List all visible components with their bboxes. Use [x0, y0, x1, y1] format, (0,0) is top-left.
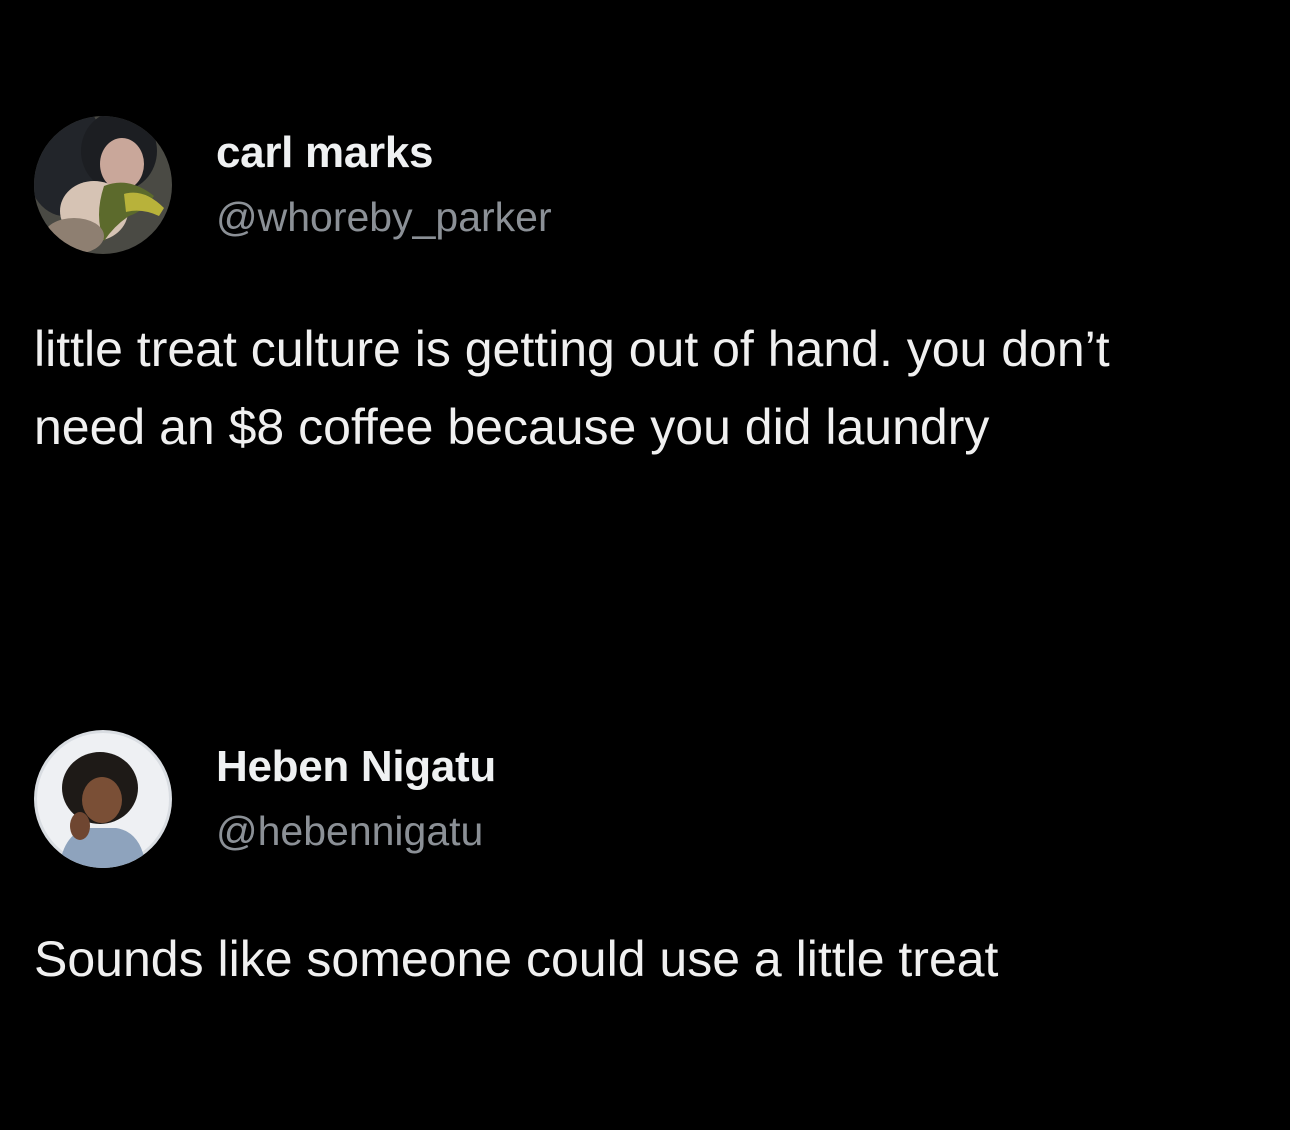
- display-name[interactable]: Heben Nigatu: [216, 738, 496, 796]
- user-names: Heben Nigatu @hebennigatu: [216, 738, 496, 860]
- tweet: Heben Nigatu @hebennigatu Sounds like so…: [34, 728, 1254, 998]
- avatar[interactable]: [34, 730, 172, 868]
- tweet-text: little treat culture is getting out of h…: [34, 321, 1124, 455]
- avatar-image: [34, 116, 172, 254]
- user-handle[interactable]: @hebennigatu: [216, 802, 496, 860]
- tweet-text: Sounds like someone could use a little t…: [34, 931, 999, 987]
- avatar[interactable]: [34, 116, 172, 254]
- tweet-header: Heben Nigatu @hebennigatu: [34, 728, 1254, 870]
- user-handle[interactable]: @whoreby_parker: [216, 188, 552, 246]
- tweet-header: carl marks @whoreby_parker: [34, 114, 1254, 256]
- tweet: carl marks @whoreby_parker little treat …: [34, 114, 1254, 466]
- avatar-image: [34, 730, 172, 868]
- user-names: carl marks @whoreby_parker: [216, 124, 552, 246]
- display-name[interactable]: carl marks: [216, 124, 552, 182]
